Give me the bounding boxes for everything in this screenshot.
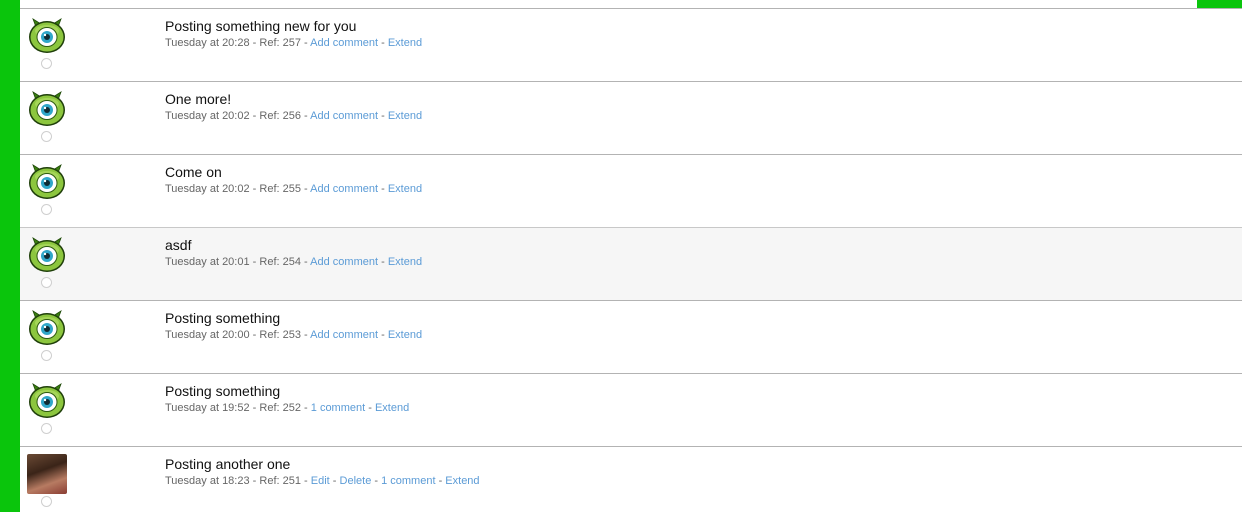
post-ref: Ref: 253 <box>259 329 301 341</box>
select-radio[interactable] <box>41 58 52 69</box>
post-meta: Tuesday at 20:02 - Ref: 256 - Add commen… <box>165 110 423 122</box>
post-ref: Ref: 254 <box>259 256 301 268</box>
post-title: Posting another one <box>165 456 291 472</box>
add-comment-link[interactable]: Add comment <box>310 256 378 268</box>
post-item: Posting something Tuesday at 20:00 - Ref… <box>20 300 1242 373</box>
monster-avatar-icon[interactable] <box>27 308 67 348</box>
add-comment-link[interactable]: Add comment <box>310 37 378 49</box>
post-ref: Ref: 257 <box>259 37 301 49</box>
select-radio[interactable] <box>41 131 52 142</box>
post-item: Come on Tuesday at 20:02 - Ref: 255 - Ad… <box>20 154 1242 227</box>
post-time: Tuesday at 20:28 <box>165 37 250 49</box>
extend-link[interactable]: Extend <box>375 402 409 414</box>
extend-link[interactable]: Extend <box>388 256 422 268</box>
post-meta: Tuesday at 19:52 - Ref: 252 - 1 comment … <box>165 402 410 414</box>
post-ref: Ref: 256 <box>259 110 301 122</box>
post-title: asdf <box>165 237 192 253</box>
post-time: Tuesday at 18:23 <box>165 475 250 487</box>
post-meta: Tuesday at 20:01 - Ref: 254 - Add commen… <box>165 256 423 268</box>
post-time: Tuesday at 19:52 <box>165 402 250 414</box>
extend-link[interactable]: Extend <box>388 110 422 122</box>
monster-avatar-icon[interactable] <box>27 16 67 56</box>
post-title: Posting something <box>165 383 281 399</box>
post-title: Posting something new for you <box>165 18 357 34</box>
delete-link[interactable]: Delete <box>340 475 372 487</box>
post-item: Posting something new for you Tuesday at… <box>20 8 1242 81</box>
post-title: Come on <box>165 164 222 180</box>
post-title: Posting something <box>165 310 281 326</box>
extend-link[interactable]: Extend <box>388 329 422 341</box>
monster-avatar-icon[interactable] <box>27 381 67 421</box>
post-ref: Ref: 252 <box>259 402 301 414</box>
post-time: Tuesday at 20:00 <box>165 329 250 341</box>
post-item: Posting something Tuesday at 19:52 - Ref… <box>20 373 1242 446</box>
select-radio[interactable] <box>41 423 52 434</box>
post-meta: Tuesday at 18:23 - Ref: 251 - Edit - Del… <box>165 475 480 487</box>
add-comment-link[interactable]: Add comment <box>310 110 378 122</box>
monster-avatar-icon[interactable] <box>27 162 67 202</box>
add-comment-link[interactable]: Add comment <box>310 329 378 341</box>
comments-link[interactable]: 1 comment <box>311 402 365 414</box>
user-photo-avatar[interactable] <box>27 454 67 494</box>
select-radio[interactable] <box>41 204 52 215</box>
monster-avatar-icon[interactable] <box>27 89 67 129</box>
post-title: One more! <box>165 91 232 107</box>
extend-link[interactable]: Extend <box>445 475 479 487</box>
add-comment-link[interactable]: Add comment <box>310 183 378 195</box>
post-meta: Tuesday at 20:00 - Ref: 253 - Add commen… <box>165 329 423 341</box>
post-ref: Ref: 251 <box>259 475 301 487</box>
select-radio[interactable] <box>41 496 52 507</box>
post-meta: Tuesday at 20:28 - Ref: 257 - Add commen… <box>165 37 423 49</box>
left-accent-bar <box>0 0 20 512</box>
post-ref: Ref: 255 <box>259 183 301 195</box>
edit-link[interactable]: Edit <box>311 475 330 487</box>
post-item: Posting another one Tuesday at 18:23 - R… <box>20 446 1242 519</box>
comments-link[interactable]: 1 comment <box>381 475 435 487</box>
post-meta: Tuesday at 20:02 - Ref: 255 - Add commen… <box>165 183 423 195</box>
select-radio[interactable] <box>41 277 52 288</box>
post-item: One more! Tuesday at 20:02 - Ref: 256 - … <box>20 81 1242 154</box>
post-feed: Posting something new for you Tuesday at… <box>20 8 1242 519</box>
post-item: asdf Tuesday at 20:01 - Ref: 254 - Add c… <box>20 227 1242 300</box>
post-time: Tuesday at 20:02 <box>165 110 250 122</box>
extend-link[interactable]: Extend <box>388 183 422 195</box>
monster-avatar-icon[interactable] <box>27 235 67 275</box>
post-time: Tuesday at 20:02 <box>165 183 250 195</box>
post-time: Tuesday at 20:01 <box>165 256 250 268</box>
extend-link[interactable]: Extend <box>388 37 422 49</box>
select-radio[interactable] <box>41 350 52 361</box>
